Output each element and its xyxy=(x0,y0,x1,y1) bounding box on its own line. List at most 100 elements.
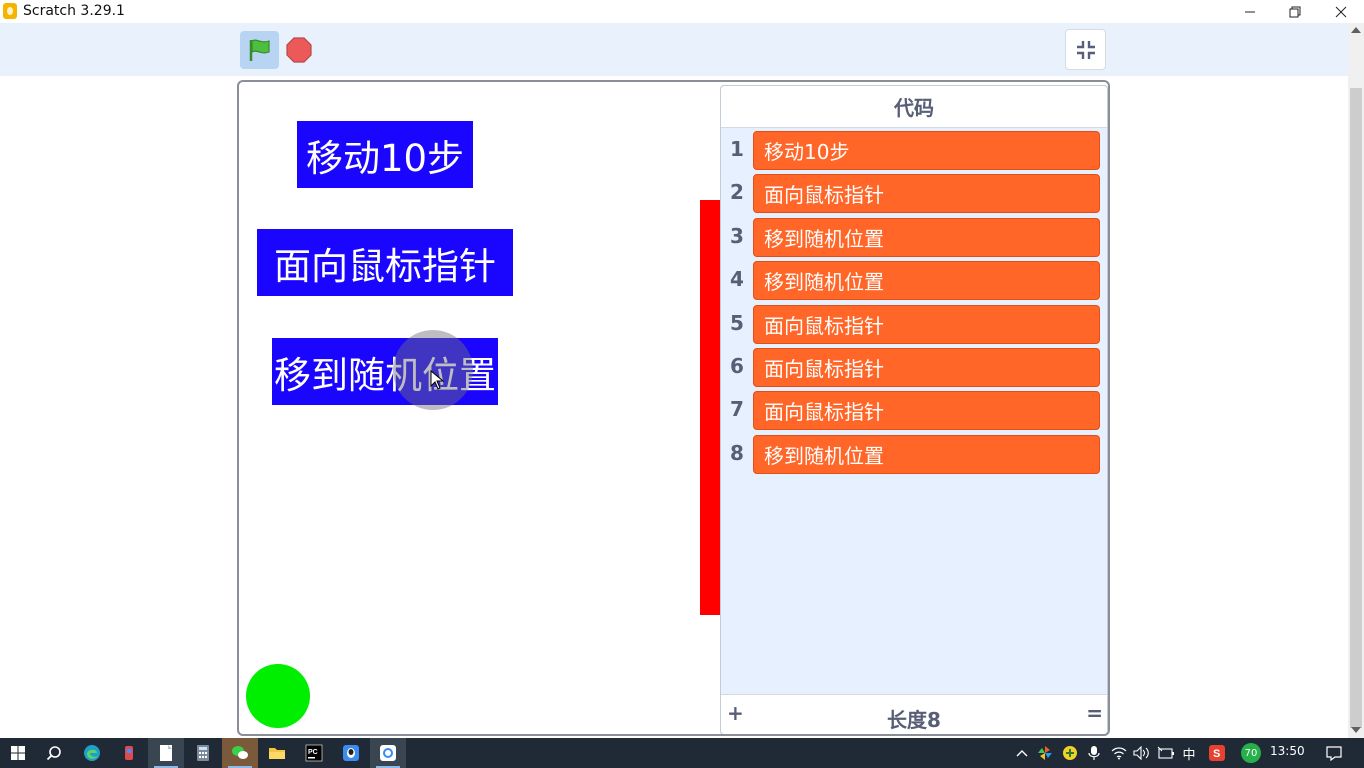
search-icon xyxy=(46,746,61,761)
tray-ime[interactable]: 中 xyxy=(1179,738,1199,768)
tray-microphone[interactable] xyxy=(1084,738,1104,768)
taskbar-search[interactable] xyxy=(36,738,72,768)
list-item-value[interactable]: 面向鼠标指针 xyxy=(753,174,1100,214)
sprite-move-10-steps[interactable]: 移动10步 xyxy=(297,121,473,188)
list-monitor: 代码 1 移动10步 2 面向鼠标指针 3 移到随机位置 4 移到随机位置 5 … xyxy=(720,85,1108,734)
list-item: 8 移到随机位置 xyxy=(721,434,1107,478)
exit-fullscreen-icon xyxy=(1076,40,1095,59)
action-center-button[interactable] xyxy=(1322,738,1346,768)
list-item-value[interactable]: 面向鼠标指针 xyxy=(753,304,1100,344)
notepad-icon xyxy=(160,745,172,761)
stop-icon xyxy=(286,37,312,63)
tray-sogou[interactable]: S xyxy=(1206,738,1228,768)
list-item: 5 面向鼠标指针 xyxy=(721,304,1107,348)
green-ball-sprite[interactable] xyxy=(246,664,310,728)
windows-start-icon xyxy=(11,746,25,760)
list-item-value[interactable]: 移到随机位置 xyxy=(753,434,1100,474)
list-item-index: 1 xyxy=(730,137,744,161)
battery-icon xyxy=(1157,746,1174,759)
list-item: 6 面向鼠标指针 xyxy=(721,347,1107,391)
green-flag-icon xyxy=(249,39,270,61)
taskbar-calculator[interactable] xyxy=(185,738,221,768)
taskbar-wechat[interactable] xyxy=(222,738,258,768)
tray-volume[interactable] xyxy=(1131,738,1153,768)
list-item-index: 3 xyxy=(730,223,744,248)
list-item-index: 7 xyxy=(730,397,744,422)
tray-security[interactable] xyxy=(1060,738,1080,768)
scroll-down-icon[interactable] xyxy=(1351,727,1361,733)
list-item: 3 移到随机位置 xyxy=(721,217,1107,261)
taskbar: PC 中 S 70 13:50 xyxy=(0,738,1364,768)
close-button[interactable] xyxy=(1318,0,1364,23)
taskbar-file-explorer[interactable] xyxy=(259,738,295,768)
minimize-button[interactable] xyxy=(1227,0,1273,23)
sprite-point-towards-mouse[interactable]: 面向鼠标指针 xyxy=(257,229,513,296)
svg-text:PC: PC xyxy=(308,749,318,756)
tray-battery[interactable] xyxy=(1155,738,1177,768)
microphone-icon xyxy=(1088,746,1100,760)
resize-handle[interactable]: = xyxy=(1086,701,1103,725)
close-icon xyxy=(1335,6,1347,17)
list-footer: + 长度8 = xyxy=(721,694,1107,734)
scroll-thumb[interactable] xyxy=(1350,88,1362,728)
list-item: 7 面向鼠标指针 xyxy=(721,391,1107,434)
sogou-input-icon: S xyxy=(1209,745,1225,761)
taskbar-edge[interactable] xyxy=(74,738,110,768)
wechat-icon xyxy=(232,746,248,759)
list-item-value[interactable]: 移到随机位置 xyxy=(753,217,1100,257)
list-item-index: 6 xyxy=(730,353,744,378)
list-item-index: 5 xyxy=(730,310,744,335)
tray-overflow[interactable] xyxy=(1012,738,1032,768)
mouse-pointer-icon xyxy=(430,370,444,390)
plus-shield-icon xyxy=(1063,746,1077,760)
scratch-cat-icon xyxy=(125,746,133,760)
list-item-index: 8 xyxy=(730,440,744,465)
list-item: 2 面向鼠标指针 xyxy=(721,174,1107,217)
taskbar-notepad[interactable] xyxy=(148,738,184,768)
taskbar-qq[interactable] xyxy=(333,738,369,768)
list-item-value[interactable]: 面向鼠标指针 xyxy=(753,391,1100,431)
taskbar-scratch[interactable] xyxy=(370,738,406,768)
restore-button[interactable] xyxy=(1272,0,1318,23)
list-item-index: 4 xyxy=(730,267,744,292)
list-item-index: 2 xyxy=(730,180,744,205)
scroll-up-icon[interactable] xyxy=(1351,27,1361,33)
green-flag-button[interactable] xyxy=(240,31,279,69)
tray-wifi[interactable] xyxy=(1108,738,1130,768)
exit-fullscreen-button[interactable] xyxy=(1065,29,1106,70)
title-bar: Scratch 3.29.1 xyxy=(0,0,1364,23)
stage-toolbar xyxy=(0,23,1348,76)
edge-icon xyxy=(84,745,100,761)
pycharm-icon: PC xyxy=(305,744,323,762)
start-button[interactable] xyxy=(0,738,36,768)
svg-text:S: S xyxy=(1213,748,1220,760)
page-scrollbar[interactable] xyxy=(1348,23,1364,740)
list-item-value[interactable]: 移动10步 xyxy=(753,131,1100,170)
window-title: Scratch 3.29.1 xyxy=(23,3,125,19)
stop-button[interactable] xyxy=(286,37,312,63)
scratch-app-icon xyxy=(3,3,17,19)
performance-badge: 70 xyxy=(1241,743,1261,763)
calculator-icon xyxy=(197,745,209,761)
wifi-icon xyxy=(1111,747,1127,760)
chevron-up-icon xyxy=(1016,750,1028,757)
volume-icon xyxy=(1133,746,1149,760)
list-item-value[interactable]: 移到随机位置 xyxy=(753,261,1100,301)
clock-time[interactable]: 13:50 xyxy=(1270,744,1305,758)
file-explorer-icon xyxy=(269,748,285,759)
list-title: 代码 xyxy=(721,86,1107,128)
taskbar-scratch-cat[interactable] xyxy=(111,738,147,768)
list-item: 1 移动10步 xyxy=(721,131,1107,174)
qq-icon xyxy=(343,745,359,761)
list-item-value[interactable]: 面向鼠标指针 xyxy=(753,347,1100,387)
list-items: 1 移动10步 2 面向鼠标指针 3 移到随机位置 4 移到随机位置 5 面向鼠… xyxy=(721,131,1107,478)
scratch-app-icon xyxy=(380,745,396,761)
tray-pinwheel[interactable] xyxy=(1035,738,1055,768)
list-item: 4 移到随机位置 xyxy=(721,261,1107,304)
restore-icon xyxy=(1289,6,1301,17)
taskbar-pycharm[interactable]: PC xyxy=(296,738,332,768)
stage[interactable]: 移动10步 面向鼠标指针 移到随机位置 代码 1 移动10步 2 面向鼠标指针 … xyxy=(237,80,1110,736)
minimize-icon xyxy=(1245,11,1255,12)
red-bar-sprite[interactable] xyxy=(700,200,720,615)
tray-badge[interactable]: 70 xyxy=(1240,738,1262,768)
